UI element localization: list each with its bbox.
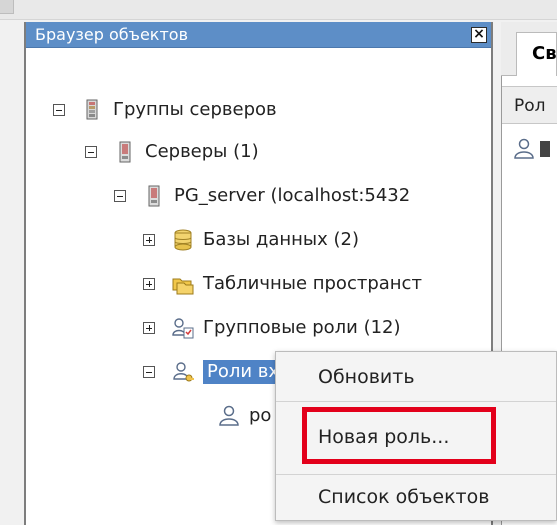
properties-column-header[interactable]: Рол [502, 86, 557, 124]
collapse-icon[interactable] [53, 104, 65, 116]
databases-icon [174, 229, 192, 251]
tablespaces-icon [172, 278, 194, 295]
object-browser-title: Браузер объектов [35, 25, 189, 44]
properties-row[interactable] [512, 134, 557, 164]
tree-node-login-role-child[interactable]: ро [217, 402, 271, 430]
login-roles-icon [173, 362, 194, 382]
truncated-text-fragment [540, 141, 550, 157]
servers-icon [119, 141, 131, 163]
tree-label-databases: Базы данных (2) [203, 229, 359, 250]
toolbar-icon[interactable] [0, 0, 14, 14]
menu-item-object-list[interactable]: Список объектов [276, 476, 556, 518]
collapse-icon[interactable] [85, 146, 97, 158]
menu-separator [276, 474, 556, 475]
app-window: Браузер объектов × Группы серверов Серве… [0, 0, 557, 525]
tree-node-server-groups[interactable]: Группы серверов [53, 96, 277, 124]
top-toolbar-strip [0, 0, 557, 20]
tree-label-pg-server: PG_server (localhost:5432 [174, 185, 411, 206]
expand-icon[interactable] [143, 322, 155, 334]
server-group-icon [86, 99, 98, 120]
tree-node-group-roles[interactable]: Групповые роли (12) [143, 314, 401, 342]
user-icon [514, 138, 534, 159]
close-panel-button[interactable]: × [471, 27, 487, 43]
tree-node-pg-server[interactable]: PG_server (localhost:5432 [114, 182, 410, 210]
tree-label-server-groups: Группы серверов [113, 99, 277, 120]
menu-item-refresh[interactable]: Обновить [276, 356, 556, 398]
object-browser-header: Браузер объектов × [26, 22, 491, 48]
menu-item-new-role[interactable]: Новая роль... [276, 416, 556, 458]
expand-icon[interactable] [143, 234, 155, 246]
tree-node-databases[interactable]: Базы данных (2) [143, 226, 359, 254]
tree-node-servers[interactable]: Серверы (1) [85, 138, 259, 166]
expand-icon[interactable] [143, 278, 155, 290]
group-roles-icon [172, 318, 194, 339]
collapse-icon[interactable] [143, 366, 155, 378]
collapse-icon[interactable] [114, 190, 126, 202]
tree-label-tablespaces: Табличные пространст [203, 273, 422, 294]
properties-tab-bar: Св [501, 22, 557, 76]
tree-label-group-roles: Групповые роли (12) [203, 317, 401, 338]
context-menu: Обновить Новая роль... Список объектов [275, 351, 557, 521]
tree-label-servers: Серверы (1) [145, 141, 259, 162]
server-icon [148, 185, 160, 207]
properties-tab[interactable]: Св [516, 32, 557, 76]
tree-label-login-role-child: ро [249, 405, 272, 426]
tree-node-tablespaces[interactable]: Табличные пространст [143, 270, 422, 298]
menu-separator [276, 401, 556, 402]
user-icon [219, 405, 239, 426]
